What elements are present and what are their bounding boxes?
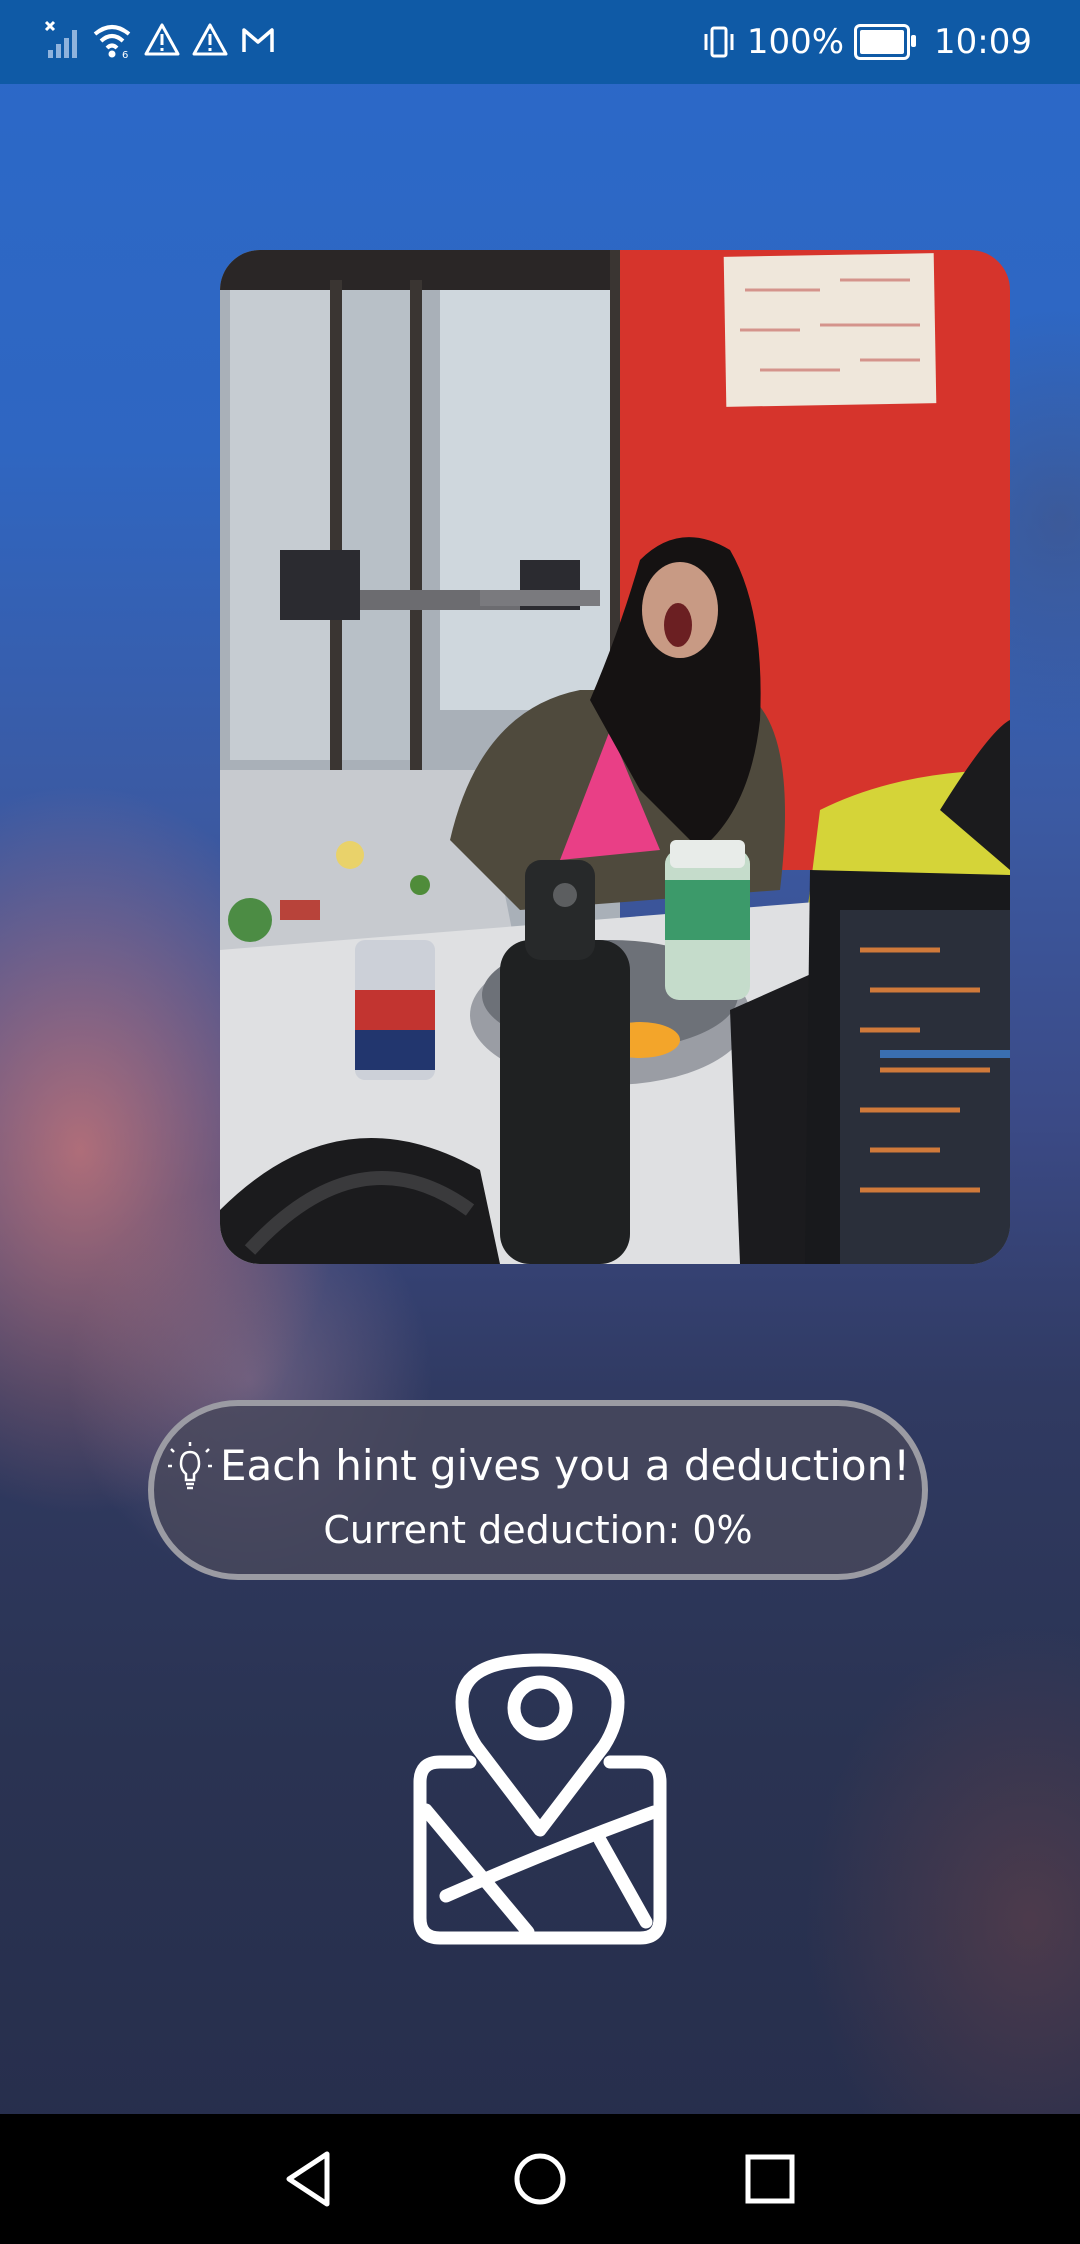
battery-percent: 100%: [746, 22, 845, 62]
home-circle-icon[interactable]: [505, 2144, 575, 2214]
battery-charging-icon: [854, 24, 917, 60]
lightbulb-icon: [167, 1442, 212, 1490]
wifi-icon: 6: [93, 25, 131, 60]
hint-message: Each hint gives you a deduction!: [219, 1441, 911, 1490]
warning-icon: [192, 23, 228, 56]
warning-icon: [144, 23, 180, 56]
vibrate-icon: [704, 26, 734, 58]
map-guess-button[interactable]: [410, 1650, 670, 1950]
gmail-icon: [242, 28, 274, 52]
hint-photo: [220, 250, 1010, 1264]
navigation-bar: [0, 2114, 1080, 2244]
status-bar: 6 100% 10:09: [0, 0, 1080, 84]
hint-deduction-banner: Each hint gives you a deduction! Current…: [148, 1400, 928, 1580]
deduction-text: Current deduction: 0%: [323, 1508, 753, 1552]
clock-time: 10:09: [934, 22, 1032, 62]
back-triangle-icon[interactable]: [275, 2144, 345, 2214]
svg-text:6: 6: [122, 50, 128, 60]
map-pin-icon: [413, 1653, 667, 1945]
recents-square-icon[interactable]: [735, 2144, 805, 2214]
no-signal-icon: [44, 20, 77, 58]
